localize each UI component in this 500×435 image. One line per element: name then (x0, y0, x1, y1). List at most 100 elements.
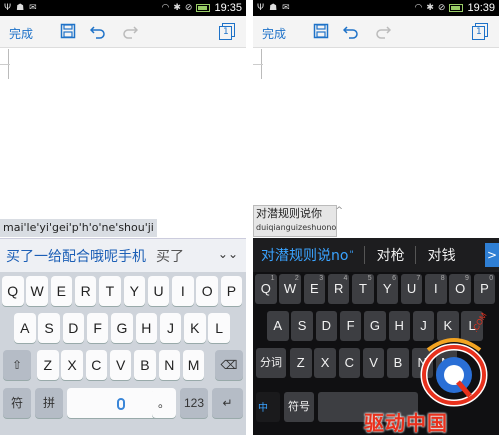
key-s[interactable]: S (291, 311, 313, 341)
key-i[interactable]: I8 (425, 274, 447, 304)
key-g[interactable]: G (364, 311, 386, 341)
candidate-mark: " (349, 250, 354, 260)
key-e[interactable]: E (50, 276, 73, 306)
split-word-key[interactable]: 分词 (256, 348, 286, 378)
key-sub-label: 5 (367, 275, 372, 282)
key-x[interactable]: X (314, 348, 336, 378)
key-d[interactable]: D (315, 311, 338, 341)
page-count-button[interactable]: 1 (472, 23, 488, 40)
key-x[interactable]: X (61, 350, 83, 380)
key-z[interactable]: Z (37, 350, 59, 380)
key-sub-label: 0 (489, 275, 494, 282)
key-sub-label: 8 (440, 275, 445, 282)
key-label: I (434, 281, 438, 296)
key-v[interactable]: V (109, 350, 132, 380)
key-p[interactable]: P0 (473, 274, 496, 304)
candidate-item[interactable]: 买了 (156, 246, 184, 266)
key-r[interactable]: R (74, 276, 97, 306)
candidate-item[interactable]: 对钱 (428, 245, 456, 265)
symbols-key[interactable]: 符号 (284, 392, 314, 422)
key-f[interactable]: F (339, 311, 362, 341)
done-button[interactable]: 完成 (262, 25, 286, 42)
key-b[interactable]: B (134, 350, 156, 380)
key-label: X (67, 357, 77, 373)
key-p[interactable]: P (220, 276, 243, 306)
key-o[interactable]: O (196, 276, 218, 306)
candidate-item[interactable]: 对潜规则说no (261, 245, 348, 265)
candidate-item[interactable]: 买了一给配合哦呢手机 (6, 246, 146, 266)
key-k[interactable]: K (184, 313, 206, 343)
composition-pinyin: duiqianguizeshuono (256, 223, 337, 232)
key-a[interactable]: A (267, 311, 289, 341)
key-label: R (333, 281, 344, 296)
key-u[interactable]: U (147, 276, 170, 306)
android-icon: ☗ (269, 3, 278, 13)
key-w[interactable]: W (26, 276, 48, 306)
key-w[interactable]: W2 (279, 274, 301, 304)
key-o[interactable]: O9 (449, 274, 471, 304)
language-key[interactable]: 中 (256, 392, 280, 422)
key-s[interactable]: S (38, 313, 60, 343)
shift-key[interactable]: ⇧ (3, 350, 31, 380)
redo-icon[interactable] (122, 23, 138, 39)
symbols-key[interactable]: 符 (3, 388, 31, 418)
undo-icon[interactable] (90, 23, 106, 39)
key-t[interactable]: T (99, 276, 121, 306)
candidate-divider (414, 246, 416, 264)
expand-candidates-icon[interactable]: ⌄⌄ (218, 247, 238, 261)
key-q[interactable]: Q (2, 276, 24, 306)
pinyin-key[interactable]: 拼 (35, 388, 63, 418)
key-m[interactable]: M (182, 350, 205, 380)
key-label: T (105, 283, 115, 299)
key-b[interactable]: B (387, 348, 409, 378)
undo-icon[interactable] (343, 23, 359, 39)
key-y[interactable]: Y6 (376, 274, 398, 304)
redo-icon[interactable] (375, 23, 391, 39)
key-j[interactable]: J (159, 313, 182, 343)
key-h[interactable]: H (388, 311, 410, 341)
save-icon[interactable] (313, 23, 329, 39)
key-f[interactable]: F (86, 313, 109, 343)
nosignal-icon: ⊘ (437, 3, 446, 13)
period-key[interactable]: 。 (152, 388, 176, 418)
numbers-key[interactable]: 123 (180, 388, 208, 418)
key-d[interactable]: D (62, 313, 85, 343)
key-a[interactable]: A (14, 313, 36, 343)
done-button[interactable]: 完成 (9, 25, 33, 42)
save-icon[interactable] (60, 23, 76, 39)
enter-key[interactable]: ↵ (212, 388, 243, 418)
key-l[interactable]: L (208, 313, 230, 343)
key-h[interactable]: H (135, 313, 157, 343)
candidate-bar: 买了一给配合哦呢手机 买了 ⌄⌄ (0, 238, 246, 272)
candidate-item[interactable]: 对枪 (377, 245, 405, 265)
key-t[interactable]: T5 (352, 274, 374, 304)
key-v[interactable]: V (362, 348, 385, 378)
key-label: O (455, 281, 466, 296)
key-c[interactable]: C (85, 350, 108, 380)
key-n[interactable]: N (158, 350, 180, 380)
key-label: C (344, 355, 355, 370)
key-label: V (369, 355, 378, 370)
key-g[interactable]: G (111, 313, 133, 343)
key-u[interactable]: U7 (400, 274, 423, 304)
key-label: C (91, 357, 102, 373)
key-e[interactable]: E3 (303, 274, 326, 304)
bluetooth-icon: ✱ (426, 3, 434, 13)
page-count-button[interactable]: 1 (219, 23, 235, 40)
more-candidates-button[interactable]: > (485, 243, 499, 267)
key-label: K (190, 320, 200, 336)
key-z[interactable]: Z (290, 348, 312, 378)
text-editor[interactable] (0, 49, 246, 219)
backspace-key[interactable]: ⌫ (215, 350, 243, 380)
key-label: J (167, 320, 175, 336)
key-c[interactable]: C (338, 348, 361, 378)
key-y[interactable]: Y (123, 276, 145, 306)
key-q[interactable]: Q1 (255, 274, 277, 304)
key-label: Z (296, 355, 305, 370)
status-bar: Ψ ☗ ✉ ◠ ✱ ⊘ 19:35 (0, 0, 246, 16)
key-label: Y (382, 281, 392, 296)
key-r[interactable]: R4 (327, 274, 350, 304)
text-editor[interactable] (253, 49, 499, 219)
key-label: D (321, 318, 332, 333)
key-i[interactable]: I (172, 276, 194, 306)
